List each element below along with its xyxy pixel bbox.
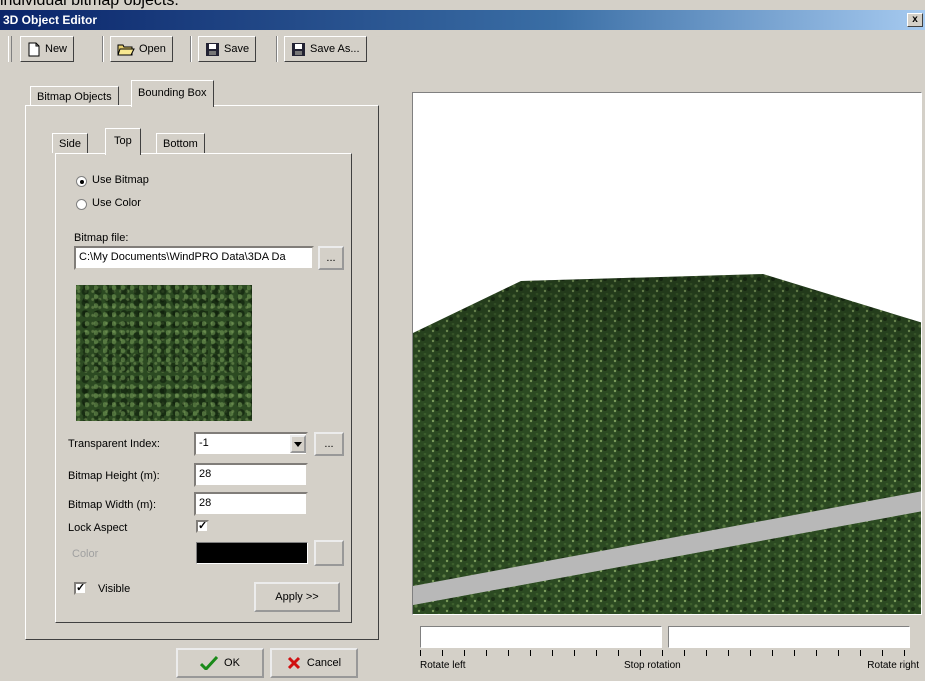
tab-top[interactable]: Top [105, 128, 141, 155]
bitmap-browse-button[interactable]: ... [318, 246, 344, 270]
tab-bounding-box[interactable]: Bounding Box [131, 80, 214, 107]
tab-top-label: Top [114, 135, 132, 147]
red-x-icon [287, 656, 300, 670]
toolbar-grip [8, 36, 12, 62]
tab-bottom[interactable]: Bottom [156, 133, 205, 153]
bitmap-width-label: Bitmap Width (m): [68, 499, 157, 511]
tab-side-label: Side [59, 138, 82, 150]
color-browse-button[interactable] [314, 540, 344, 566]
rotate-right-label: Rotate right [867, 660, 919, 671]
open-button[interactable]: Open [110, 36, 173, 62]
visible-label: Visible [98, 583, 131, 595]
bitmap-preview [76, 285, 252, 421]
rotation-ticks [420, 650, 910, 656]
ok-button-label: OK [224, 657, 240, 669]
toolbar-separator [102, 36, 104, 62]
checkmark-icon [200, 656, 219, 670]
floppy-disk-icon [292, 42, 305, 56]
lock-aspect-label: Lock Aspect [68, 522, 128, 534]
transparent-browse-button[interactable]: ... [314, 432, 344, 456]
transparent-index-label: Transparent Index: [68, 438, 160, 450]
lock-aspect-checkbox[interactable]: ✓ [196, 520, 209, 533]
ok-button[interactable]: OK [176, 648, 264, 678]
cancel-button[interactable]: Cancel [270, 648, 358, 678]
save-as-button-label: Save As... [310, 43, 360, 55]
tab-side[interactable]: Side [52, 133, 89, 153]
toolbar: New Open Save Save As... [8, 34, 408, 64]
toolbar-separator [276, 36, 278, 62]
open-button-label: Open [139, 43, 166, 55]
close-button[interactable]: x [907, 13, 923, 27]
open-folder-icon [117, 44, 135, 55]
window-title: 3D Object Editor [3, 13, 98, 27]
save-as-button[interactable]: Save As... [284, 36, 367, 62]
new-button-label: New [45, 43, 68, 55]
tab-bitmap-objects-label: Bitmap Objects [37, 91, 112, 103]
tab-bounding-box-label: Bounding Box [138, 87, 207, 99]
toolbar-separator [190, 36, 192, 62]
use-color-radio[interactable] [76, 199, 87, 210]
top-face-panel: Use Bitmap Use Color Bitmap file: C:\My … [55, 153, 352, 623]
visible-checkbox[interactable]: ✓ [74, 582, 87, 595]
page-caption: individual bitmap objects. [0, 0, 179, 9]
bitmap-height-field[interactable]: 28 [194, 463, 308, 487]
stop-rotation-label: Stop rotation [624, 660, 681, 671]
tab-bottom-label: Bottom [163, 138, 198, 150]
3d-scene [413, 274, 921, 614]
bitmap-file-label: Bitmap file: [74, 232, 129, 244]
use-bitmap-radio[interactable] [76, 176, 87, 187]
new-button[interactable]: New [20, 36, 75, 62]
use-bitmap-label: Use Bitmap [92, 174, 149, 186]
bitmap-file-field[interactable]: C:\My Documents\WindPRO Data\3DA Da [74, 246, 314, 270]
rotate-right-track[interactable] [668, 626, 910, 648]
save-button[interactable]: Save [198, 36, 257, 62]
rotate-left-label: Rotate left [420, 660, 466, 671]
use-color-label: Use Color [92, 197, 141, 209]
cancel-button-label: Cancel [306, 657, 342, 669]
3d-viewport[interactable] [412, 92, 922, 615]
tab-bitmap-objects[interactable]: Bitmap Objects [30, 86, 119, 106]
bitmap-height-label: Bitmap Height (m): [68, 470, 160, 482]
transparent-index-value: -1 [199, 437, 209, 449]
apply-button[interactable]: Apply >> [254, 582, 340, 612]
color-swatch [196, 542, 308, 564]
rotate-left-track[interactable] [420, 626, 662, 648]
transparent-index-dropdown[interactable] [290, 435, 306, 453]
window-titlebar: 3D Object Editor x [0, 10, 925, 30]
chevron-down-icon [294, 441, 302, 447]
bitmap-width-field[interactable]: 28 [194, 492, 308, 516]
floppy-disk-icon [206, 42, 219, 56]
save-button-label: Save [224, 43, 250, 55]
color-label: Color [72, 548, 99, 560]
new-document-icon [28, 42, 40, 56]
